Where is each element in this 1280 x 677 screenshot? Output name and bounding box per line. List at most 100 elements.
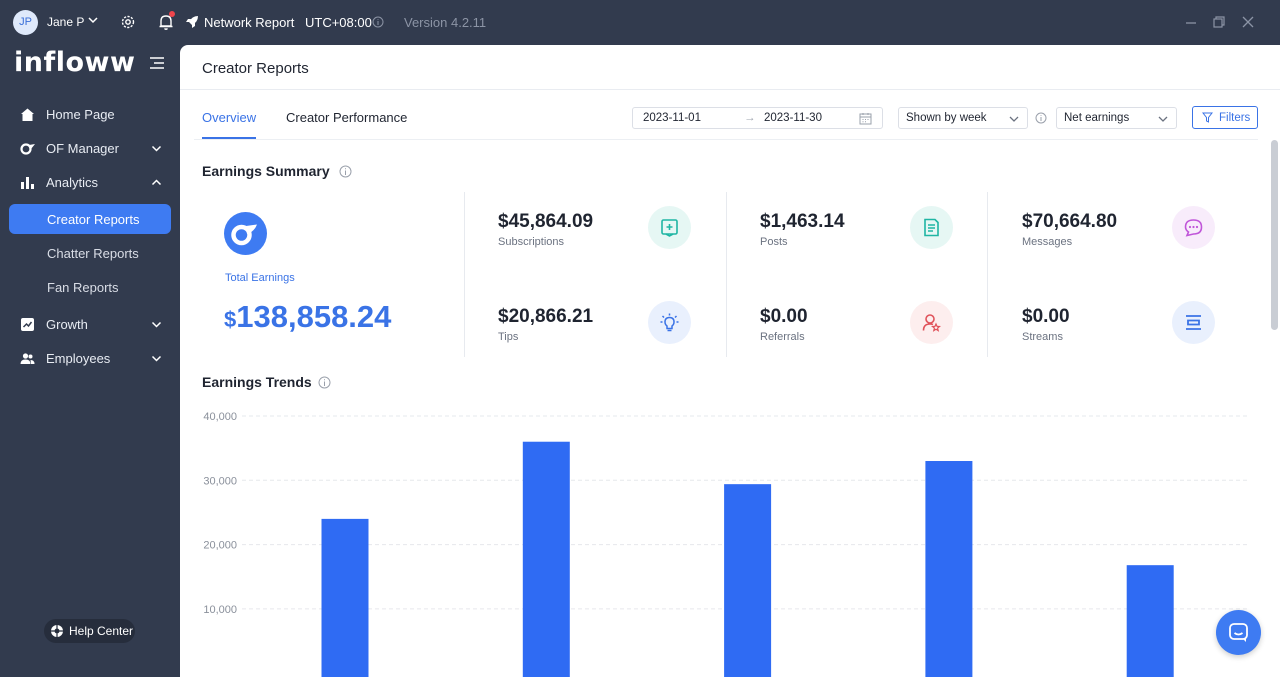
- help-center-label: Help Center: [69, 624, 134, 638]
- currency-symbol: $: [224, 307, 237, 332]
- metric-value: $0.00: [760, 306, 808, 327]
- close-icon[interactable]: [1240, 14, 1256, 30]
- sidebar-item-label: Creator Reports: [47, 212, 140, 227]
- chart-bar[interactable]: [321, 518, 369, 677]
- app-logo: infloww: [14, 47, 136, 78]
- metric-subscriptions: $45,864.09 Subscriptions: [498, 206, 728, 261]
- end-date[interactable]: 2023-11-30: [764, 112, 822, 124]
- chat-support-button[interactable]: [1216, 610, 1261, 655]
- user-name[interactable]: Jane P: [47, 15, 84, 29]
- tab-creator-performance[interactable]: Creator Performance: [286, 110, 407, 125]
- chevron-down-icon: [151, 355, 162, 362]
- date-range-picker[interactable]: 2023-11-01 → 2023-11-30: [632, 107, 883, 129]
- sidebar-item-chatter-reports[interactable]: Chatter Reports: [9, 238, 171, 268]
- metric-label: Streams: [1022, 331, 1063, 343]
- employees-icon: [20, 353, 35, 364]
- chevron-down-icon: [151, 145, 162, 152]
- metric-referrals: $0.00 Referrals: [760, 301, 990, 356]
- chart-bar[interactable]: [724, 484, 772, 677]
- menu-collapse-icon[interactable]: [150, 57, 164, 69]
- metric-value: $0.00: [1022, 306, 1070, 327]
- chevron-up-icon: [151, 179, 162, 186]
- version-label: Version 4.2.11: [404, 15, 487, 30]
- sidebar-item-label: Chatter Reports: [47, 246, 139, 261]
- sidebar-item-growth[interactable]: Growth: [10, 309, 170, 339]
- chevron-down-icon[interactable]: [87, 14, 99, 26]
- start-date[interactable]: 2023-11-01: [643, 112, 701, 124]
- notification-dot: [169, 11, 175, 17]
- metric-label: Tips: [498, 331, 519, 343]
- divider: [464, 192, 465, 357]
- subscriptions-icon: [648, 206, 691, 249]
- grouping-value: Shown by week: [906, 112, 987, 124]
- network-report-label[interactable]: Network Report: [204, 15, 294, 30]
- total-earnings-value: $138,858.24: [224, 299, 391, 335]
- metric-label: Messages: [1022, 236, 1073, 248]
- info-icon[interactable]: [339, 165, 352, 178]
- page-header: Creator Reports: [180, 45, 1280, 90]
- sidebar-item-label: Growth: [46, 317, 88, 332]
- rocket-icon: [186, 16, 198, 28]
- tips-icon: [648, 301, 691, 344]
- timezone-label: UTC+08:00: [305, 15, 372, 30]
- restore-icon[interactable]: [1211, 14, 1227, 30]
- sidebar-item-home-page[interactable]: Home Page: [10, 99, 170, 129]
- gear-icon[interactable]: [120, 14, 136, 30]
- calendar-icon[interactable]: [859, 112, 872, 125]
- sidebar-item-fan-reports[interactable]: Fan Reports: [9, 272, 171, 302]
- avatar[interactable]: JP: [13, 10, 38, 35]
- tabs-divider: [194, 139, 1258, 140]
- filters-label: Filters: [1219, 112, 1251, 124]
- sidebar-item-of-manager[interactable]: OF Manager: [10, 133, 170, 163]
- earnings-summary-title: Earnings Summary: [202, 163, 330, 179]
- main-panel: Creator Reports Overview Creator Perform…: [180, 45, 1280, 677]
- sidebar-item-label: Fan Reports: [47, 280, 119, 295]
- range-arrow: →: [744, 112, 756, 124]
- y-tick-label: 10,000: [203, 604, 237, 616]
- y-tick-label: 20,000: [203, 540, 237, 552]
- sidebar-item-creator-reports[interactable]: Creator Reports: [9, 204, 171, 234]
- chevron-down-icon: [1009, 116, 1019, 122]
- info-icon[interactable]: [318, 376, 331, 389]
- metric-value: Net earnings: [1064, 112, 1130, 124]
- streams-icon: [1172, 301, 1215, 344]
- metric-label: Subscriptions: [498, 236, 565, 248]
- chart-bar[interactable]: [1126, 565, 1174, 677]
- chart-bar[interactable]: [522, 441, 570, 677]
- analytics-icon: [21, 177, 34, 189]
- metric-tips: $20,866.21 Tips: [498, 301, 728, 356]
- info-icon[interactable]: [1035, 112, 1047, 124]
- onlyfans-logo-icon: [224, 212, 267, 255]
- info-icon[interactable]: [372, 16, 384, 28]
- filters-button[interactable]: Filters: [1192, 106, 1258, 129]
- y-tick-label: 40,000: [203, 411, 237, 423]
- help-center-button[interactable]: Help Center: [44, 619, 135, 643]
- title-bar: JP Jane P Network Report UTC+08:00 Versi…: [0, 0, 1280, 45]
- page-title: Creator Reports: [202, 60, 309, 77]
- metric-streams: $0.00 Streams: [1022, 301, 1252, 356]
- messages-icon: [1172, 206, 1215, 249]
- total-earnings-label: Total Earnings: [225, 272, 295, 284]
- sidebar-item-label: Employees: [46, 351, 111, 366]
- scrollbar[interactable]: [1271, 140, 1278, 330]
- sidebar-item-analytics[interactable]: Analytics: [10, 167, 170, 197]
- tab-overview[interactable]: Overview: [202, 110, 256, 125]
- minimize-icon[interactable]: [1183, 14, 1199, 30]
- grouping-select[interactable]: Shown by week: [898, 107, 1028, 129]
- sidebar-item-label: Analytics: [46, 175, 99, 190]
- sidebar-item-label: Home Page: [46, 107, 115, 122]
- earnings-trends-title: Earnings Trends: [202, 374, 312, 390]
- metric-label: Posts: [760, 236, 788, 248]
- chart-bar[interactable]: [925, 461, 973, 677]
- metric-messages: $70,664.80 Messages: [1022, 206, 1252, 261]
- filter-icon: [1202, 112, 1213, 123]
- referrals-icon: [910, 301, 953, 344]
- help-icon: [51, 625, 63, 637]
- metric-select[interactable]: Net earnings: [1056, 107, 1177, 129]
- metric-value: $45,864.09: [498, 211, 594, 232]
- y-tick-label: 30,000: [203, 475, 237, 487]
- sidebar-item-label: OF Manager: [46, 141, 119, 156]
- sidebar: infloww Home Page OF Manager Analytics C…: [0, 45, 180, 677]
- metric-posts: $1,463.14 Posts: [760, 206, 990, 261]
- sidebar-item-employees[interactable]: Employees: [10, 343, 170, 373]
